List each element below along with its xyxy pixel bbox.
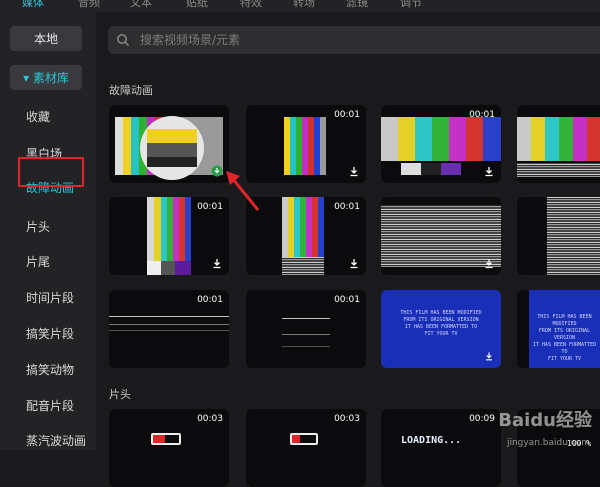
blue-screen-line: FIT YOUR TV (424, 331, 458, 337)
glitch-tile-blue-screen[interactable]: THIS FILM HAS BEEN MODIFIED FROM ITS ORI… (381, 290, 501, 368)
watermark-brand: Baidu经验 (498, 410, 592, 431)
scanline (109, 324, 229, 325)
color-bars-bottom (401, 163, 461, 175)
glitch-tile-color-bars-partial[interactable] (517, 105, 600, 183)
scanline (282, 346, 330, 347)
nav-tab-text[interactable]: 文本 (130, 0, 152, 10)
glitch-tile-static-noise-partial[interactable] (517, 197, 600, 275)
duration-label: 00:01 (197, 202, 223, 212)
blue-screen-line: IT HAS BEEN FORMATTED TO (532, 342, 597, 355)
battery-icon (290, 433, 318, 445)
glitch-tile-color-bars[interactable]: 00:01 (381, 105, 501, 183)
nav-tab-transitions[interactable]: 转场 (293, 0, 315, 10)
nav-tab-filters[interactable]: 滤镜 (346, 0, 368, 10)
scanline (282, 318, 330, 319)
vertical-bars (282, 197, 324, 257)
blue-screen-line: THIS FILM HAS BEEN MODIFIED (537, 314, 592, 327)
watermark-url: jingyan.baidu.com (506, 438, 590, 448)
blue-screen-line: THIS FILM HAS BEEN MODIFIED (400, 310, 482, 316)
nav-tab-sticker[interactable]: 贴纸 (186, 0, 208, 10)
sidebar-item-dubbing-clips[interactable]: 配音片段 (26, 397, 74, 414)
nav-tab-adjust[interactable]: 调节 (400, 0, 422, 10)
sidebar-local-button[interactable]: 本地 (10, 26, 82, 51)
scanline (282, 334, 330, 335)
duration-label: 00:01 (469, 110, 495, 120)
glitch-tile-scanline[interactable]: 00:01 (109, 290, 229, 368)
download-icon[interactable] (483, 257, 495, 269)
glitch-tile-test-card[interactable] (109, 105, 229, 183)
intro-tile[interactable]: 00:03 (246, 409, 366, 487)
duration-label: 00:03 (334, 414, 360, 424)
main-panel: 故障动画 00:01 00:01 00:01 (96, 12, 600, 487)
color-bars-noise (517, 163, 600, 177)
annotation-arrow (226, 171, 260, 211)
duration-label: 00:01 (334, 110, 360, 120)
sidebar-item-vaporwave[interactable]: 蒸汽波动画 (26, 432, 86, 449)
blue-screen-line: IT HAS BEEN FORMATTED TO (404, 324, 478, 330)
highlight-box (18, 157, 84, 187)
nav-tab-effects[interactable]: 特效 (240, 0, 262, 10)
glitch-tile-scanline-2[interactable]: 00:01 (246, 290, 366, 368)
download-icon[interactable] (348, 165, 360, 177)
color-bars (517, 117, 600, 161)
static-noise (547, 197, 600, 275)
duration-label: 00:01 (334, 202, 360, 212)
color-bars (381, 117, 501, 161)
sidebar: 本地 ▾ 素材库 收藏 黑白场 故障动画 片头 片尾 时间片段 搞笑片段 搞笑动… (0, 12, 96, 450)
search-bar (108, 26, 600, 54)
test-card-small-bg (284, 117, 326, 175)
intro-tile[interactable]: 00:09 LOADING... (381, 409, 501, 487)
section-title-glitch: 故障动画 (109, 84, 153, 97)
glitch-tile-test-card-small[interactable]: 00:01 (246, 105, 366, 183)
duration-label: 00:09 (469, 414, 495, 424)
vertical-bars-noise (282, 257, 324, 275)
sidebar-item-intro[interactable]: 片头 (26, 218, 50, 235)
sidebar-item-time-clips[interactable]: 时间片段 (26, 289, 74, 306)
search-input[interactable] (138, 32, 600, 48)
glitch-tile-vertical-bars[interactable]: 00:01 (109, 197, 229, 275)
sidebar-item-favorites[interactable]: 收藏 (26, 108, 50, 125)
blue-screen: THIS FILM HAS BEEN MODIFIED FROM ITS ORI… (529, 290, 600, 368)
test-card-circle (140, 116, 204, 180)
sidebar-library-button[interactable]: ▾ 素材库 (10, 65, 82, 90)
sidebar-item-outro[interactable]: 片尾 (26, 253, 50, 270)
glitch-tile-vertical-bars-2[interactable]: 00:01 (246, 197, 366, 275)
duration-label: 00:03 (197, 414, 223, 424)
download-icon[interactable] (483, 165, 495, 177)
download-icon[interactable] (348, 257, 360, 269)
battery-icon (151, 433, 181, 445)
glitch-tile-blue-screen-partial[interactable]: THIS FILM HAS BEEN MODIFIED FROM ITS ORI… (517, 290, 600, 368)
download-icon[interactable] (483, 350, 495, 362)
section-title-intro: 片头 (109, 388, 131, 401)
blue-screen-line: FROM ITS ORIGINAL VERSION (538, 328, 591, 341)
nav-tab-media[interactable]: 媒体 (22, 0, 44, 10)
download-icon[interactable] (211, 257, 223, 269)
blue-screen-line: FIT YOUR TV (547, 356, 582, 362)
duration-label: 00:01 (334, 295, 360, 305)
sidebar-item-funny-animals[interactable]: 搞笑动物 (26, 361, 74, 378)
vertical-bars (147, 197, 191, 261)
vertical-bars-bottom (147, 261, 191, 275)
glitch-tile-static-noise[interactable] (381, 197, 501, 275)
search-icon (117, 34, 130, 47)
scanline (109, 316, 229, 317)
nav-tab-audio[interactable]: 音频 (78, 0, 100, 10)
duration-label: 00:01 (197, 295, 223, 305)
blue-screen-line: FROM ITS ORIGINAL VERSION (403, 317, 479, 323)
scanline (109, 330, 229, 331)
intro-tile[interactable]: 00:03 (109, 409, 229, 487)
sidebar-item-funny-clips[interactable]: 搞笑片段 (26, 325, 74, 342)
top-nav: 媒体 音频 文本 贴纸 特效 转场 滤镜 调节 (0, 0, 600, 12)
loading-text: LOADING... (401, 435, 462, 446)
